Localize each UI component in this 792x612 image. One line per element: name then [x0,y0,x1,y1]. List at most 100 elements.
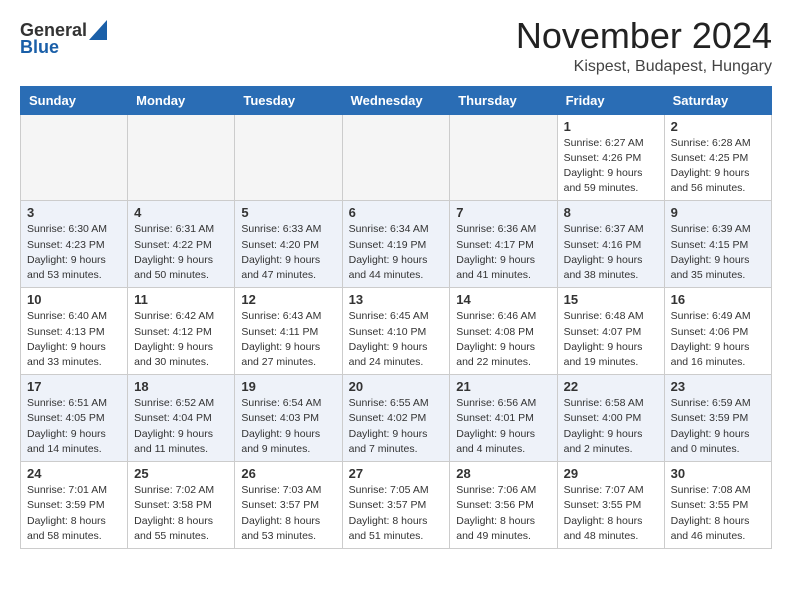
day-number: 19 [241,379,335,394]
day-info: Sunrise: 6:46 AMSunset: 4:08 PMDaylight:… [456,309,550,370]
calendar-cell: 19 Sunrise: 6:54 AMSunset: 4:03 PMDayligh… [235,375,342,462]
calendar-cell: 18 Sunrise: 6:52 AMSunset: 4:04 PMDayligh… [128,375,235,462]
calendar-header-saturday: Saturday [664,86,771,114]
day-number: 3 [27,205,121,220]
day-number: 18 [134,379,228,394]
day-number: 1 [564,119,658,134]
day-number: 22 [564,379,658,394]
day-info: Sunrise: 7:05 AMSunset: 3:57 PMDaylight:… [349,483,444,544]
calendar-header-wednesday: Wednesday [342,86,450,114]
day-info: Sunrise: 6:30 AMSunset: 4:23 PMDaylight:… [27,222,121,283]
day-number: 2 [671,119,765,134]
day-info: Sunrise: 7:03 AMSunset: 3:57 PMDaylight:… [241,483,335,544]
calendar-cell [128,114,235,201]
calendar-cell: 26 Sunrise: 7:03 AMSunset: 3:57 PMDayligh… [235,462,342,549]
calendar-cell: 17 Sunrise: 6:51 AMSunset: 4:05 PMDayligh… [21,375,128,462]
day-number: 14 [456,292,550,307]
calendar-cell: 5 Sunrise: 6:33 AMSunset: 4:20 PMDaylight… [235,201,342,288]
calendar-cell: 21 Sunrise: 6:56 AMSunset: 4:01 PMDayligh… [450,375,557,462]
day-number: 6 [349,205,444,220]
calendar-cell [21,114,128,201]
day-info: Sunrise: 6:33 AMSunset: 4:20 PMDaylight:… [241,222,335,283]
day-info: Sunrise: 6:43 AMSunset: 4:11 PMDaylight:… [241,309,335,370]
calendar-cell: 7 Sunrise: 6:36 AMSunset: 4:17 PMDaylight… [450,201,557,288]
calendar-cell: 15 Sunrise: 6:48 AMSunset: 4:07 PMDayligh… [557,288,664,375]
day-info: Sunrise: 7:08 AMSunset: 3:55 PMDaylight:… [671,483,765,544]
calendar-week-row: 10 Sunrise: 6:40 AMSunset: 4:13 PMDayligh… [21,288,772,375]
calendar-cell: 27 Sunrise: 7:05 AMSunset: 3:57 PMDayligh… [342,462,450,549]
day-number: 21 [456,379,550,394]
day-info: Sunrise: 6:45 AMSunset: 4:10 PMDaylight:… [349,309,444,370]
calendar-cell: 4 Sunrise: 6:31 AMSunset: 4:22 PMDaylight… [128,201,235,288]
logo-blue-text: Blue [20,37,59,58]
calendar-week-row: 17 Sunrise: 6:51 AMSunset: 4:05 PMDayligh… [21,375,772,462]
day-info: Sunrise: 6:34 AMSunset: 4:19 PMDaylight:… [349,222,444,283]
day-number: 30 [671,466,765,481]
calendar-cell: 10 Sunrise: 6:40 AMSunset: 4:13 PMDayligh… [21,288,128,375]
day-info: Sunrise: 6:42 AMSunset: 4:12 PMDaylight:… [134,309,228,370]
day-number: 26 [241,466,335,481]
day-info: Sunrise: 6:59 AMSunset: 3:59 PMDaylight:… [671,396,765,457]
day-info: Sunrise: 6:49 AMSunset: 4:06 PMDaylight:… [671,309,765,370]
day-info: Sunrise: 6:39 AMSunset: 4:15 PMDaylight:… [671,222,765,283]
calendar-cell: 12 Sunrise: 6:43 AMSunset: 4:11 PMDayligh… [235,288,342,375]
calendar-cell: 11Sunrise: 6:42 AMSunset: 4:12 PMDayligh… [128,288,235,375]
calendar-header-thursday: Thursday [450,86,557,114]
day-number: 15 [564,292,658,307]
day-number: 17 [27,379,121,394]
calendar-week-row: 3 Sunrise: 6:30 AMSunset: 4:23 PMDaylight… [21,201,772,288]
day-number: 23 [671,379,765,394]
calendar-header-tuesday: Tuesday [235,86,342,114]
day-info: Sunrise: 7:06 AMSunset: 3:56 PMDaylight:… [456,483,550,544]
calendar-cell [342,114,450,201]
day-number: 29 [564,466,658,481]
day-number: 20 [349,379,444,394]
calendar-header-friday: Friday [557,86,664,114]
day-info: Sunrise: 6:55 AMSunset: 4:02 PMDaylight:… [349,396,444,457]
calendar-cell: 29 Sunrise: 7:07 AMSunset: 3:55 PMDayligh… [557,462,664,549]
day-number: 4 [134,205,228,220]
calendar-cell: 22 Sunrise: 6:58 AMSunset: 4:00 PMDayligh… [557,375,664,462]
calendar-cell: 16Sunrise: 6:49 AMSunset: 4:06 PMDayligh… [664,288,771,375]
calendar-week-row: 1 Sunrise: 6:27 AMSunset: 4:26 PMDaylight… [21,114,772,201]
calendar-cell: 2 Sunrise: 6:28 AMSunset: 4:25 PMDaylight… [664,114,771,201]
calendar-cell: 9Sunrise: 6:39 AMSunset: 4:15 PMDaylight… [664,201,771,288]
day-number: 8 [564,205,658,220]
calendar-cell: 14 Sunrise: 6:46 AMSunset: 4:08 PMDayligh… [450,288,557,375]
calendar-header-sunday: Sunday [21,86,128,114]
day-info: Sunrise: 6:36 AMSunset: 4:17 PMDaylight:… [456,222,550,283]
day-info: Sunrise: 6:52 AMSunset: 4:04 PMDaylight:… [134,396,228,457]
day-info: Sunrise: 6:58 AMSunset: 4:00 PMDaylight:… [564,396,658,457]
day-number: 12 [241,292,335,307]
calendar-cell: 3 Sunrise: 6:30 AMSunset: 4:23 PMDaylight… [21,201,128,288]
calendar-header-monday: Monday [128,86,235,114]
day-info: Sunrise: 7:02 AMSunset: 3:58 PMDaylight:… [134,483,228,544]
day-info: Sunrise: 6:48 AMSunset: 4:07 PMDaylight:… [564,309,658,370]
header-right: November 2024 Kispest, Budapest, Hungary [516,16,772,76]
day-number: 10 [27,292,121,307]
calendar-header-row: SundayMondayTuesdayWednesdayThursdayFrid… [21,86,772,114]
calendar-cell: 28Sunrise: 7:06 AMSunset: 3:56 PMDayligh… [450,462,557,549]
day-info: Sunrise: 7:01 AMSunset: 3:59 PMDaylight:… [27,483,121,544]
calendar-cell: 20 Sunrise: 6:55 AMSunset: 4:02 PMDayligh… [342,375,450,462]
day-info: Sunrise: 6:27 AMSunset: 4:26 PMDaylight:… [564,136,658,197]
day-info: Sunrise: 7:07 AMSunset: 3:55 PMDaylight:… [564,483,658,544]
logo: General Blue [20,20,107,58]
day-info: Sunrise: 6:28 AMSunset: 4:25 PMDaylight:… [671,136,765,197]
calendar-cell: 6 Sunrise: 6:34 AMSunset: 4:19 PMDaylight… [342,201,450,288]
day-number: 27 [349,466,444,481]
calendar-cell: 30 Sunrise: 7:08 AMSunset: 3:55 PMDayligh… [664,462,771,549]
day-info: Sunrise: 6:40 AMSunset: 4:13 PMDaylight:… [27,309,121,370]
calendar-table: SundayMondayTuesdayWednesdayThursdayFrid… [20,86,772,549]
day-info: Sunrise: 6:56 AMSunset: 4:01 PMDaylight:… [456,396,550,457]
day-info: Sunrise: 6:54 AMSunset: 4:03 PMDaylight:… [241,396,335,457]
calendar-week-row: 24Sunrise: 7:01 AMSunset: 3:59 PMDayligh… [21,462,772,549]
calendar-cell: 8Sunrise: 6:37 AMSunset: 4:16 PMDaylight… [557,201,664,288]
day-number: 5 [241,205,335,220]
calendar-cell: 13Sunrise: 6:45 AMSunset: 4:10 PMDayligh… [342,288,450,375]
calendar-cell: 1 Sunrise: 6:27 AMSunset: 4:26 PMDaylight… [557,114,664,201]
day-info: Sunrise: 6:51 AMSunset: 4:05 PMDaylight:… [27,396,121,457]
day-info: Sunrise: 6:31 AMSunset: 4:22 PMDaylight:… [134,222,228,283]
header: General Blue November 2024 Kispest, Buda… [20,16,772,76]
day-number: 7 [456,205,550,220]
